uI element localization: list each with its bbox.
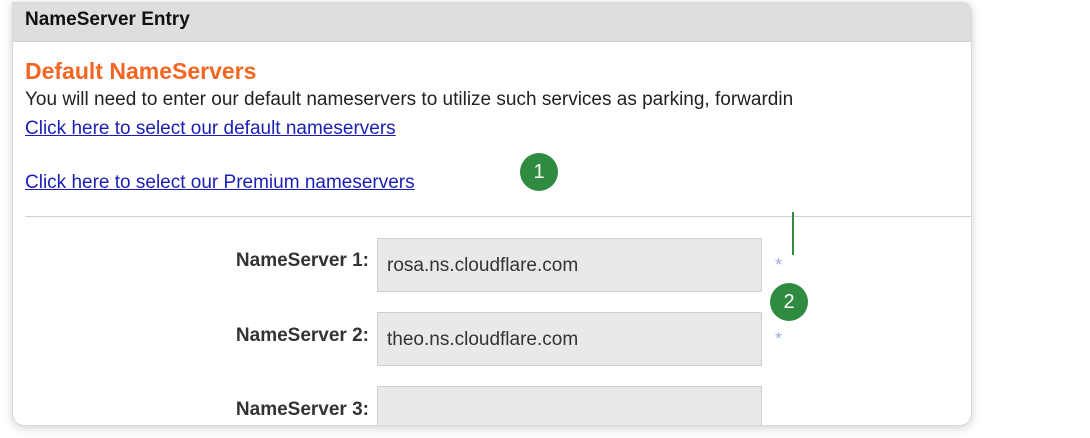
panel-header: NameServer Entry: [13, 3, 971, 42]
step-2-badge: 2: [770, 283, 808, 321]
nameserver-3-label: NameServer 3:: [235, 399, 369, 420]
nameserver-1-input[interactable]: rosa.ns.cloudflare.com: [377, 238, 762, 292]
select-premium-nameservers-link[interactable]: Click here to select our Premium nameser…: [25, 172, 415, 194]
nameserver-2-input[interactable]: theo.ns.cloudflare.com: [377, 312, 762, 366]
nameserver-2-label: NameServer 2:: [235, 325, 369, 346]
select-default-nameservers-link[interactable]: Click here to select our default nameser…: [25, 118, 396, 140]
step-2-leader-line: [792, 212, 794, 255]
step-1-badge: 1: [520, 153, 558, 191]
nameserver-entry-panel: NameServer Entry Default NameServers You…: [12, 2, 972, 426]
default-nameservers-description: You will need to enter our default names…: [25, 89, 794, 110]
nameserver-1-label: NameServer 1:: [235, 250, 369, 271]
panel-title: NameServer Entry: [25, 9, 190, 30]
nameserver-2-required-marker: *: [775, 329, 783, 349]
section-divider: [25, 216, 971, 217]
nameserver-3-input[interactable]: [377, 386, 762, 425]
default-nameservers-heading: Default NameServers: [25, 58, 257, 84]
nameserver-1-required-marker: *: [775, 255, 783, 275]
